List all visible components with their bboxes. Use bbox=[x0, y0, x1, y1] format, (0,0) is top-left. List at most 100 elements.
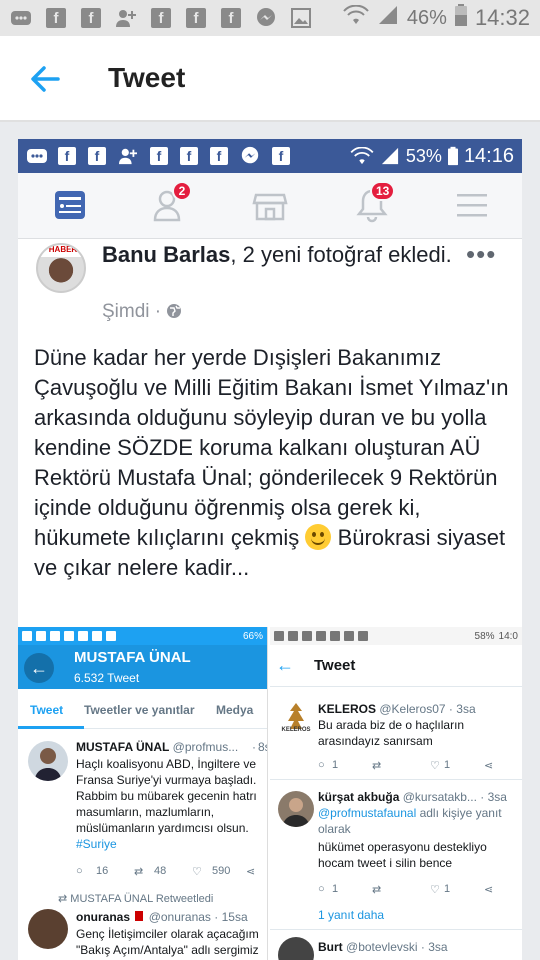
tweet-text: hükümet operasyonu destekliyo hocam twee… bbox=[318, 840, 487, 870]
tweet-author: MUSTAFA ÜNAL bbox=[76, 740, 170, 754]
divider bbox=[270, 779, 522, 780]
tweet-handle: @botevlevski bbox=[346, 940, 418, 954]
wifi-icon bbox=[350, 147, 374, 165]
reply-icon[interactable]: ○ bbox=[318, 883, 332, 896]
hashtag-link[interactable]: #Suriye bbox=[76, 837, 117, 851]
tweet-text: Genç İletişimciler olarak açacağım "Bakı… bbox=[76, 927, 259, 957]
facebook-icon: f bbox=[180, 147, 198, 165]
messenger-icon bbox=[255, 7, 277, 29]
facebook-icon: f bbox=[150, 7, 172, 29]
post-action: , 2 yeni fotoğraf ekledi. bbox=[230, 242, 452, 267]
app-header: Tweet bbox=[0, 36, 540, 122]
inner-clock: 14:16 bbox=[463, 144, 514, 167]
avatar[interactable] bbox=[278, 791, 314, 827]
image-icon bbox=[290, 7, 312, 29]
retweet-icon[interactable]: ⇄ bbox=[372, 883, 430, 896]
tweet-actions: ○ 1 ⇄ ♡ 1 ⋖ bbox=[318, 883, 518, 896]
more-replies-link[interactable]: 1 yanıt daha bbox=[318, 907, 384, 923]
like-count: 1 bbox=[444, 759, 451, 771]
signal-icon bbox=[377, 5, 399, 31]
post-timestamp: Şimdi · bbox=[102, 301, 182, 323]
mini-status-bar: 58% 14:0 bbox=[270, 627, 522, 645]
facebook-post: HABER Banu Barlas, 2 yeni fotoğraf ekled… bbox=[18, 239, 522, 629]
back-arrow-icon[interactable] bbox=[28, 62, 62, 96]
tab-tweets[interactable]: Tweet bbox=[30, 703, 63, 717]
replies-screenshot[interactable]: 58% 14:0 ← Tweet KELEROS KELEROS @Kelero… bbox=[270, 627, 522, 960]
like-icon[interactable]: ♡ bbox=[430, 883, 444, 896]
tweet-header: MUSTAFA ÜNAL @profmus... · 8sa bbox=[76, 739, 267, 755]
share-icon[interactable]: ⋖ bbox=[484, 883, 493, 896]
profile-screenshot[interactable]: 66% ← MUSTAFA ÜNAL 6.532 Tweet Tweet Twe… bbox=[18, 627, 268, 960]
tweet-handle: @profmus... bbox=[172, 740, 239, 754]
back-arrow-icon[interactable]: ← bbox=[24, 653, 54, 683]
tab-tweets-replies[interactable]: Tweetler ve yanıtlar bbox=[84, 703, 195, 717]
tweet-time: · bbox=[252, 740, 256, 754]
tweet-actions: ○ 1 ⇄ ♡ 1 ⋖ bbox=[318, 759, 518, 772]
facebook-icon: f bbox=[185, 7, 207, 29]
menu-icon[interactable] bbox=[454, 187, 490, 223]
tweet-header: Burt @botevlevski · 3sa bbox=[318, 939, 518, 955]
facebook-icon: f bbox=[58, 147, 76, 165]
divider bbox=[270, 929, 522, 930]
friend-requests-icon[interactable]: 2 bbox=[152, 181, 192, 223]
keleros-logo[interactable]: KELEROS bbox=[278, 699, 314, 735]
tweet-text: Bu arada biz de o haçlıların arasındayız… bbox=[318, 718, 465, 748]
reply-icon[interactable]: ○ bbox=[76, 865, 96, 878]
retweet-count: 48 bbox=[154, 865, 167, 877]
device-icon bbox=[135, 911, 144, 921]
like-icon[interactable]: ♡ bbox=[192, 865, 212, 878]
tweet-header-bar: ← Tweet bbox=[270, 645, 522, 687]
tab-media[interactable]: Medya bbox=[216, 703, 253, 717]
avatar[interactable]: HABER bbox=[36, 243, 86, 293]
tweet-count: 6.532 Tweet bbox=[74, 671, 140, 685]
tweet-text: Haçlı koalisyonu ABD, İngiltere ve Frans… bbox=[76, 756, 266, 852]
share-icon[interactable]: ⋖ bbox=[246, 865, 255, 878]
globe-icon bbox=[167, 304, 182, 318]
profile-header: ← MUSTAFA ÜNAL 6.532 Tweet bbox=[18, 645, 267, 689]
facebook-icon: f bbox=[80, 7, 102, 29]
mention-link[interactable]: @profmustafaunal bbox=[318, 806, 416, 820]
reply-context: @profmustafaunal adlı kişiye yanıt olara… bbox=[318, 805, 518, 837]
message-icon bbox=[27, 149, 47, 163]
share-icon[interactable]: ⋖ bbox=[484, 759, 493, 772]
avatar[interactable] bbox=[28, 741, 68, 781]
news-feed-icon[interactable] bbox=[52, 187, 88, 223]
timestamp-text: Şimdi · bbox=[102, 301, 162, 322]
tweet-time: · 3sa bbox=[420, 940, 448, 954]
reply-count: 16 bbox=[96, 865, 109, 877]
marketplace-icon[interactable] bbox=[252, 187, 288, 223]
inner-status-bar: f f f f f f 53% 14:16 bbox=[18, 139, 522, 173]
like-count: 1 bbox=[444, 883, 451, 895]
mini-clock: 14:0 bbox=[498, 630, 518, 642]
tweet-actions: ○ 16 ⇄ 48 ♡ 590 ⋖ bbox=[76, 865, 266, 878]
facebook-navbar: 2 13 bbox=[18, 173, 522, 239]
back-arrow-icon[interactable]: ← bbox=[276, 655, 294, 676]
avatar[interactable] bbox=[278, 937, 314, 960]
tweet-handle: @onuranas bbox=[148, 910, 211, 924]
tweet-author: onuranas bbox=[76, 910, 131, 924]
avatar[interactable] bbox=[28, 909, 68, 949]
tweet-time: · 15sa bbox=[214, 910, 248, 924]
tweet-body: Haçlı koalisyonu ABD, İngiltere ve Frans… bbox=[76, 757, 257, 835]
tweet-header: onuranas @onuranas · 15sa bbox=[76, 909, 266, 925]
friend-requests-badge: 2 bbox=[172, 181, 192, 201]
add-friend-icon bbox=[119, 148, 137, 165]
facebook-icon: f bbox=[272, 147, 290, 165]
author-name[interactable]: Banu Barlas bbox=[102, 242, 230, 267]
tweet-image[interactable]: f f f f f f 53% 14:16 2 13 HABER Banu Ba… bbox=[18, 139, 522, 960]
battery-percent: 46% bbox=[406, 6, 447, 29]
reply-icon[interactable]: ○ bbox=[318, 759, 332, 772]
tweet-time-value: 8sa bbox=[258, 740, 267, 754]
retweet-icon: ⇄ bbox=[58, 893, 71, 905]
tweet-handle: @Keleros07 bbox=[379, 702, 446, 716]
profile-name: MUSTAFA ÜNAL bbox=[74, 649, 191, 666]
tweet-time: · 3sa bbox=[480, 790, 507, 804]
more-options-icon[interactable]: ••• bbox=[466, 239, 496, 270]
like-icon[interactable]: ♡ bbox=[430, 759, 444, 772]
tweet-author: kürşat akbuğa bbox=[318, 790, 400, 804]
tweet-time: · 3sa bbox=[448, 702, 476, 716]
notifications-icon[interactable]: 13 bbox=[354, 181, 396, 223]
tweet-author: KELEROS bbox=[318, 702, 377, 716]
retweet-icon[interactable]: ⇄ bbox=[134, 865, 154, 878]
retweet-icon[interactable]: ⇄ bbox=[372, 759, 430, 772]
